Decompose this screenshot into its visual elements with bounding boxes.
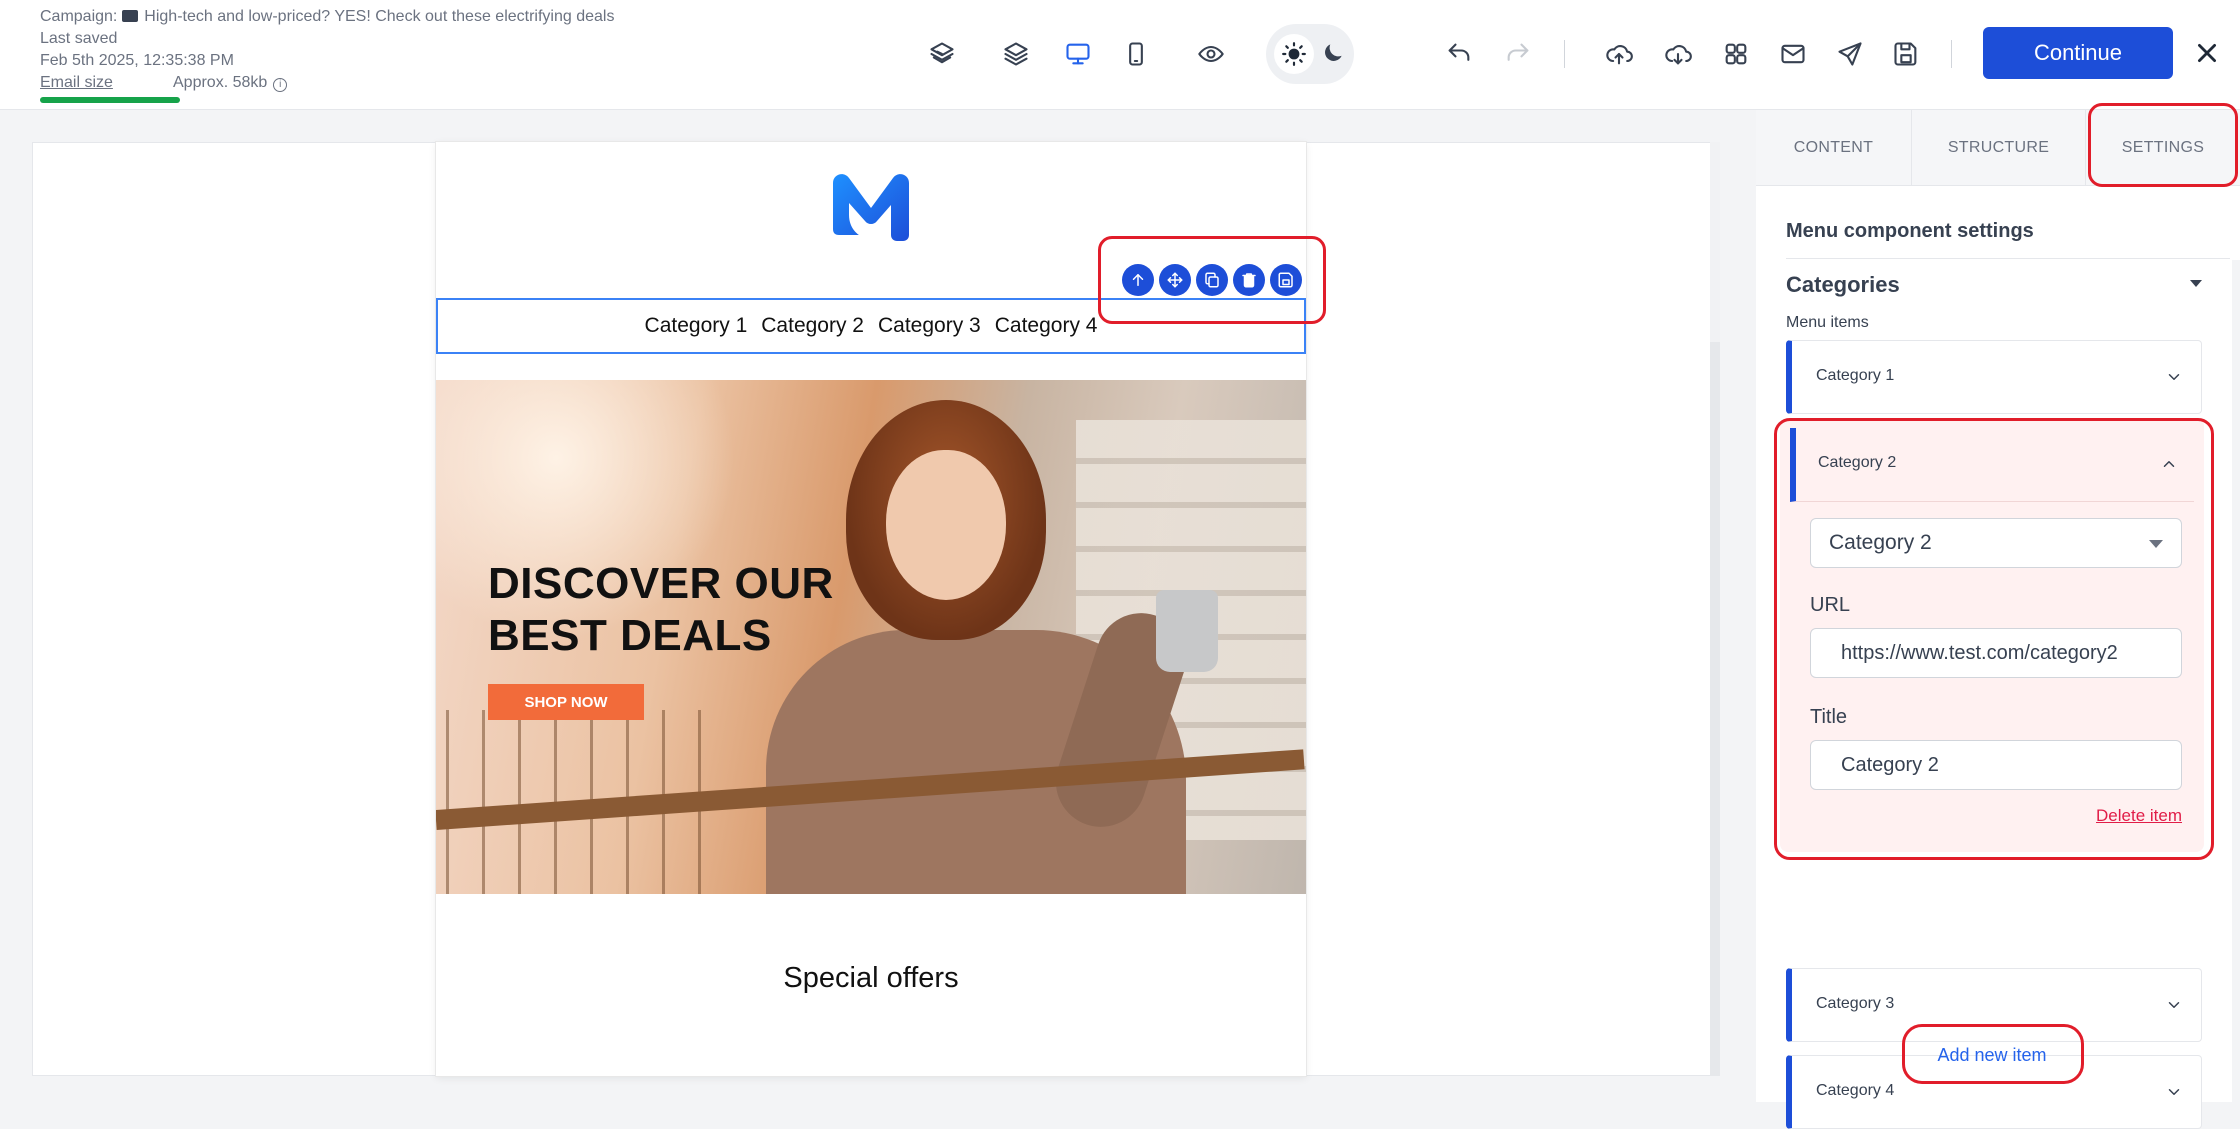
stack-icon[interactable]	[998, 36, 1034, 72]
send-icon[interactable]	[1832, 36, 1868, 72]
categories-title: Categories	[1786, 272, 1900, 297]
menu-item-label: Category 1	[1816, 367, 1895, 384]
campaign-meta: Campaign: High-tech and low-priced? YES!…	[40, 6, 614, 94]
chevron-down-icon[interactable]	[2165, 1083, 2183, 1101]
email-size-bar	[40, 97, 180, 103]
moon-icon[interactable]	[1316, 36, 1350, 70]
sun-icon[interactable]	[1274, 34, 1314, 74]
email-size-value: Approx. 58kb	[173, 74, 268, 91]
tab-content[interactable]: CONTENT	[1756, 110, 1912, 186]
canvas-scrollbar[interactable]	[1710, 142, 1720, 1076]
redo-icon[interactable]	[1500, 36, 1536, 72]
shop-now-button[interactable]: SHOP NOW	[488, 684, 644, 720]
campaign-title: High-tech and low-priced? YES! Check out…	[144, 8, 615, 25]
campaign-row: Campaign: High-tech and low-priced? YES!…	[40, 6, 614, 28]
brand-logo-icon	[833, 174, 909, 241]
toolbar-separator	[1951, 40, 1952, 68]
desktop-icon[interactable]	[1060, 36, 1096, 72]
hero-woman-face	[886, 450, 1006, 600]
email-menu-item[interactable]: Category 4	[995, 314, 1098, 338]
panel-divider	[1786, 258, 2230, 259]
layers-icon[interactable]	[924, 36, 960, 72]
last-saved-value: Feb 5th 2025, 12:35:38 PM	[40, 52, 234, 69]
chevron-down-icon[interactable]	[2165, 996, 2183, 1014]
section-title: Special offers	[783, 962, 959, 994]
close-icon[interactable]	[2190, 36, 2224, 70]
email-menu-item[interactable]: Category 2	[761, 314, 864, 338]
last-saved-label: Last saved	[40, 30, 118, 47]
email-menu-item[interactable]: Category 3	[878, 314, 981, 338]
menu-items-label: Menu items	[1786, 314, 1869, 331]
theme-toggle[interactable]	[1266, 24, 1354, 84]
email-size-label[interactable]: Email size	[40, 74, 113, 91]
mail-icon[interactable]	[1775, 36, 1811, 72]
undo-icon[interactable]	[1441, 36, 1477, 72]
save-icon[interactable]	[1888, 36, 1924, 72]
menu-item-label: Category 4	[1816, 1082, 1895, 1099]
laptop-emoji-icon	[121, 10, 138, 22]
highlight-box	[2088, 103, 2238, 187]
campaign-prefix: Campaign:	[40, 8, 118, 25]
menu-item-category-1[interactable]: Category 1	[1786, 340, 2202, 414]
highlight-box	[1774, 418, 2214, 860]
top-bar: Campaign: High-tech and low-priced? YES!…	[0, 0, 2240, 110]
panel-scrollbar[interactable]	[2232, 260, 2240, 1102]
upload-icon[interactable]	[1601, 36, 1637, 72]
mobile-icon[interactable]	[1118, 36, 1154, 72]
hero-title-line: BEST DEALS	[488, 611, 772, 660]
toolbar-separator	[1564, 40, 1565, 68]
menu-item-label: Category 3	[1816, 995, 1895, 1012]
eye-icon[interactable]	[1193, 36, 1229, 72]
hero-title-line: DISCOVER OUR	[488, 559, 834, 608]
email-size-row: Email size Approx. 58kb i	[40, 72, 614, 94]
email-size-value-wrap: Approx. 58kb i	[173, 72, 288, 94]
chevron-down-icon[interactable]	[2165, 368, 2183, 386]
info-icon[interactable]: i	[273, 78, 288, 92]
download-icon[interactable]	[1660, 36, 1696, 72]
continue-button[interactable]: Continue	[1983, 27, 2173, 79]
hero-mug	[1156, 590, 1218, 672]
panel-title: Menu component settings	[1786, 220, 2034, 242]
caret-down-icon[interactable]	[2190, 280, 2202, 287]
hero-banner[interactable]: DISCOVER OUR BEST DEALS SHOP NOW	[436, 380, 1306, 894]
hero-title: DISCOVER OUR BEST DEALS	[488, 558, 834, 662]
highlight-box	[1902, 1024, 2084, 1084]
canvas-scrollbar-thumb[interactable]	[1710, 342, 1720, 1076]
email-menu-item[interactable]: Category 1	[645, 314, 748, 338]
highlight-box	[1098, 236, 1326, 324]
grid-icon[interactable]	[1718, 36, 1754, 72]
tab-structure[interactable]: STRUCTURE	[1912, 110, 2086, 186]
